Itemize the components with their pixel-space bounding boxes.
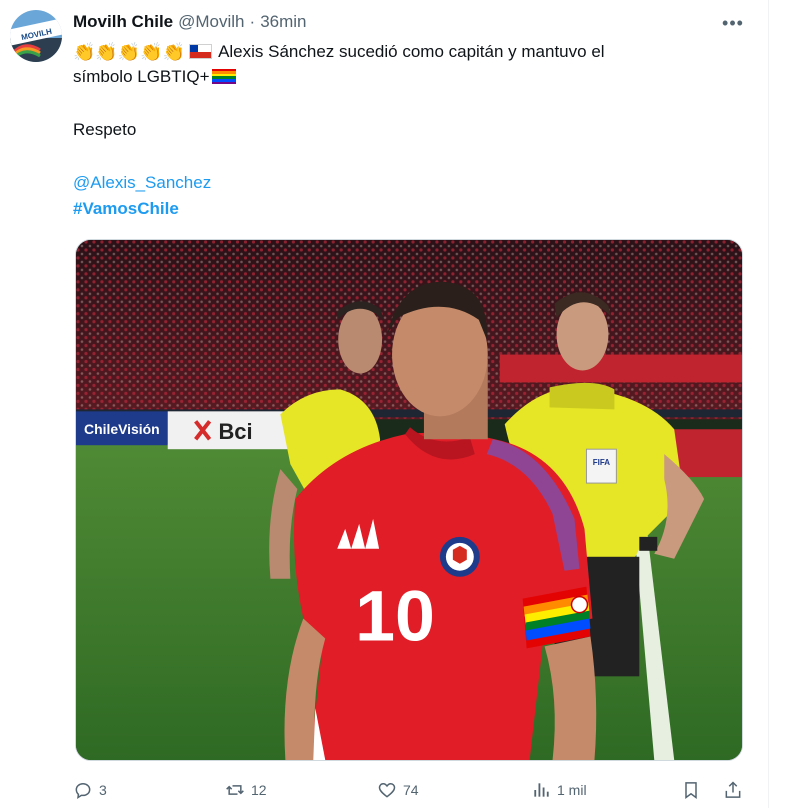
user-handle[interactable]: @Movilh xyxy=(178,12,244,32)
share-button[interactable] xyxy=(723,778,749,802)
avatar[interactable]: MOVILH xyxy=(10,10,62,62)
bookmark-button[interactable] xyxy=(681,778,707,802)
mention-link[interactable]: @Alexis_Sanchez xyxy=(73,170,211,195)
tweet-text-part-2: símbolo LGBTIQ+ xyxy=(73,67,210,86)
chile-flag-icon xyxy=(189,44,213,59)
retweet-count: 12 xyxy=(251,782,267,798)
retweet-button[interactable]: 12 xyxy=(225,778,267,802)
tweet-text-line-2: símbolo LGBTIQ+ xyxy=(73,64,236,89)
like-count: 74 xyxy=(403,782,419,798)
referee-fifa-badge: FIFA xyxy=(593,458,611,467)
clap-emoji-icon: 👏👏👏👏👏 xyxy=(73,41,186,62)
like-button[interactable]: 74 xyxy=(377,778,419,802)
more-icon[interactable]: ••• xyxy=(718,12,748,34)
timestamp[interactable]: 36min xyxy=(260,12,306,32)
jersey-number: 10 xyxy=(355,576,435,656)
retweet-icon xyxy=(226,785,244,795)
tweet-card[interactable]: MOVILH Movilh Chile @Movilh · 36min ••• … xyxy=(0,0,768,808)
display-name[interactable]: Movilh Chile xyxy=(73,12,173,32)
hashtag-link[interactable]: #VamosChile xyxy=(73,196,179,221)
tweet-text-part-1: Alexis Sánchez sucedió como capitán y ma… xyxy=(218,42,605,61)
reply-icon xyxy=(75,782,91,799)
share-icon xyxy=(725,781,741,798)
tweet-photo[interactable]: ChileVisión Bci FIFA 10 xyxy=(75,239,743,761)
views-button[interactable]: 1 mil xyxy=(531,778,587,802)
tweet-text-respeto: Respeto xyxy=(73,120,137,139)
reply-button[interactable]: 3 xyxy=(73,778,107,802)
board-chilevision: ChileVisión xyxy=(84,421,160,437)
separator-dot: · xyxy=(249,12,256,31)
board-bci: Bci xyxy=(218,419,252,444)
reply-count: 3 xyxy=(99,782,107,798)
like-icon xyxy=(378,782,396,798)
views-icon xyxy=(534,783,549,797)
action-bar: 3 12 74 1 mil xyxy=(73,778,753,802)
rainbow-flag-icon xyxy=(211,68,236,85)
bookmark-icon xyxy=(685,782,697,799)
column-divider xyxy=(768,0,769,808)
tweet-text-line-1: 👏👏👏👏👏 Alexis Sánchez sucedió como capitá… xyxy=(73,39,605,64)
views-count: 1 mil xyxy=(557,782,587,798)
tweet-header: Movilh Chile @Movilh · 36min xyxy=(73,11,307,33)
